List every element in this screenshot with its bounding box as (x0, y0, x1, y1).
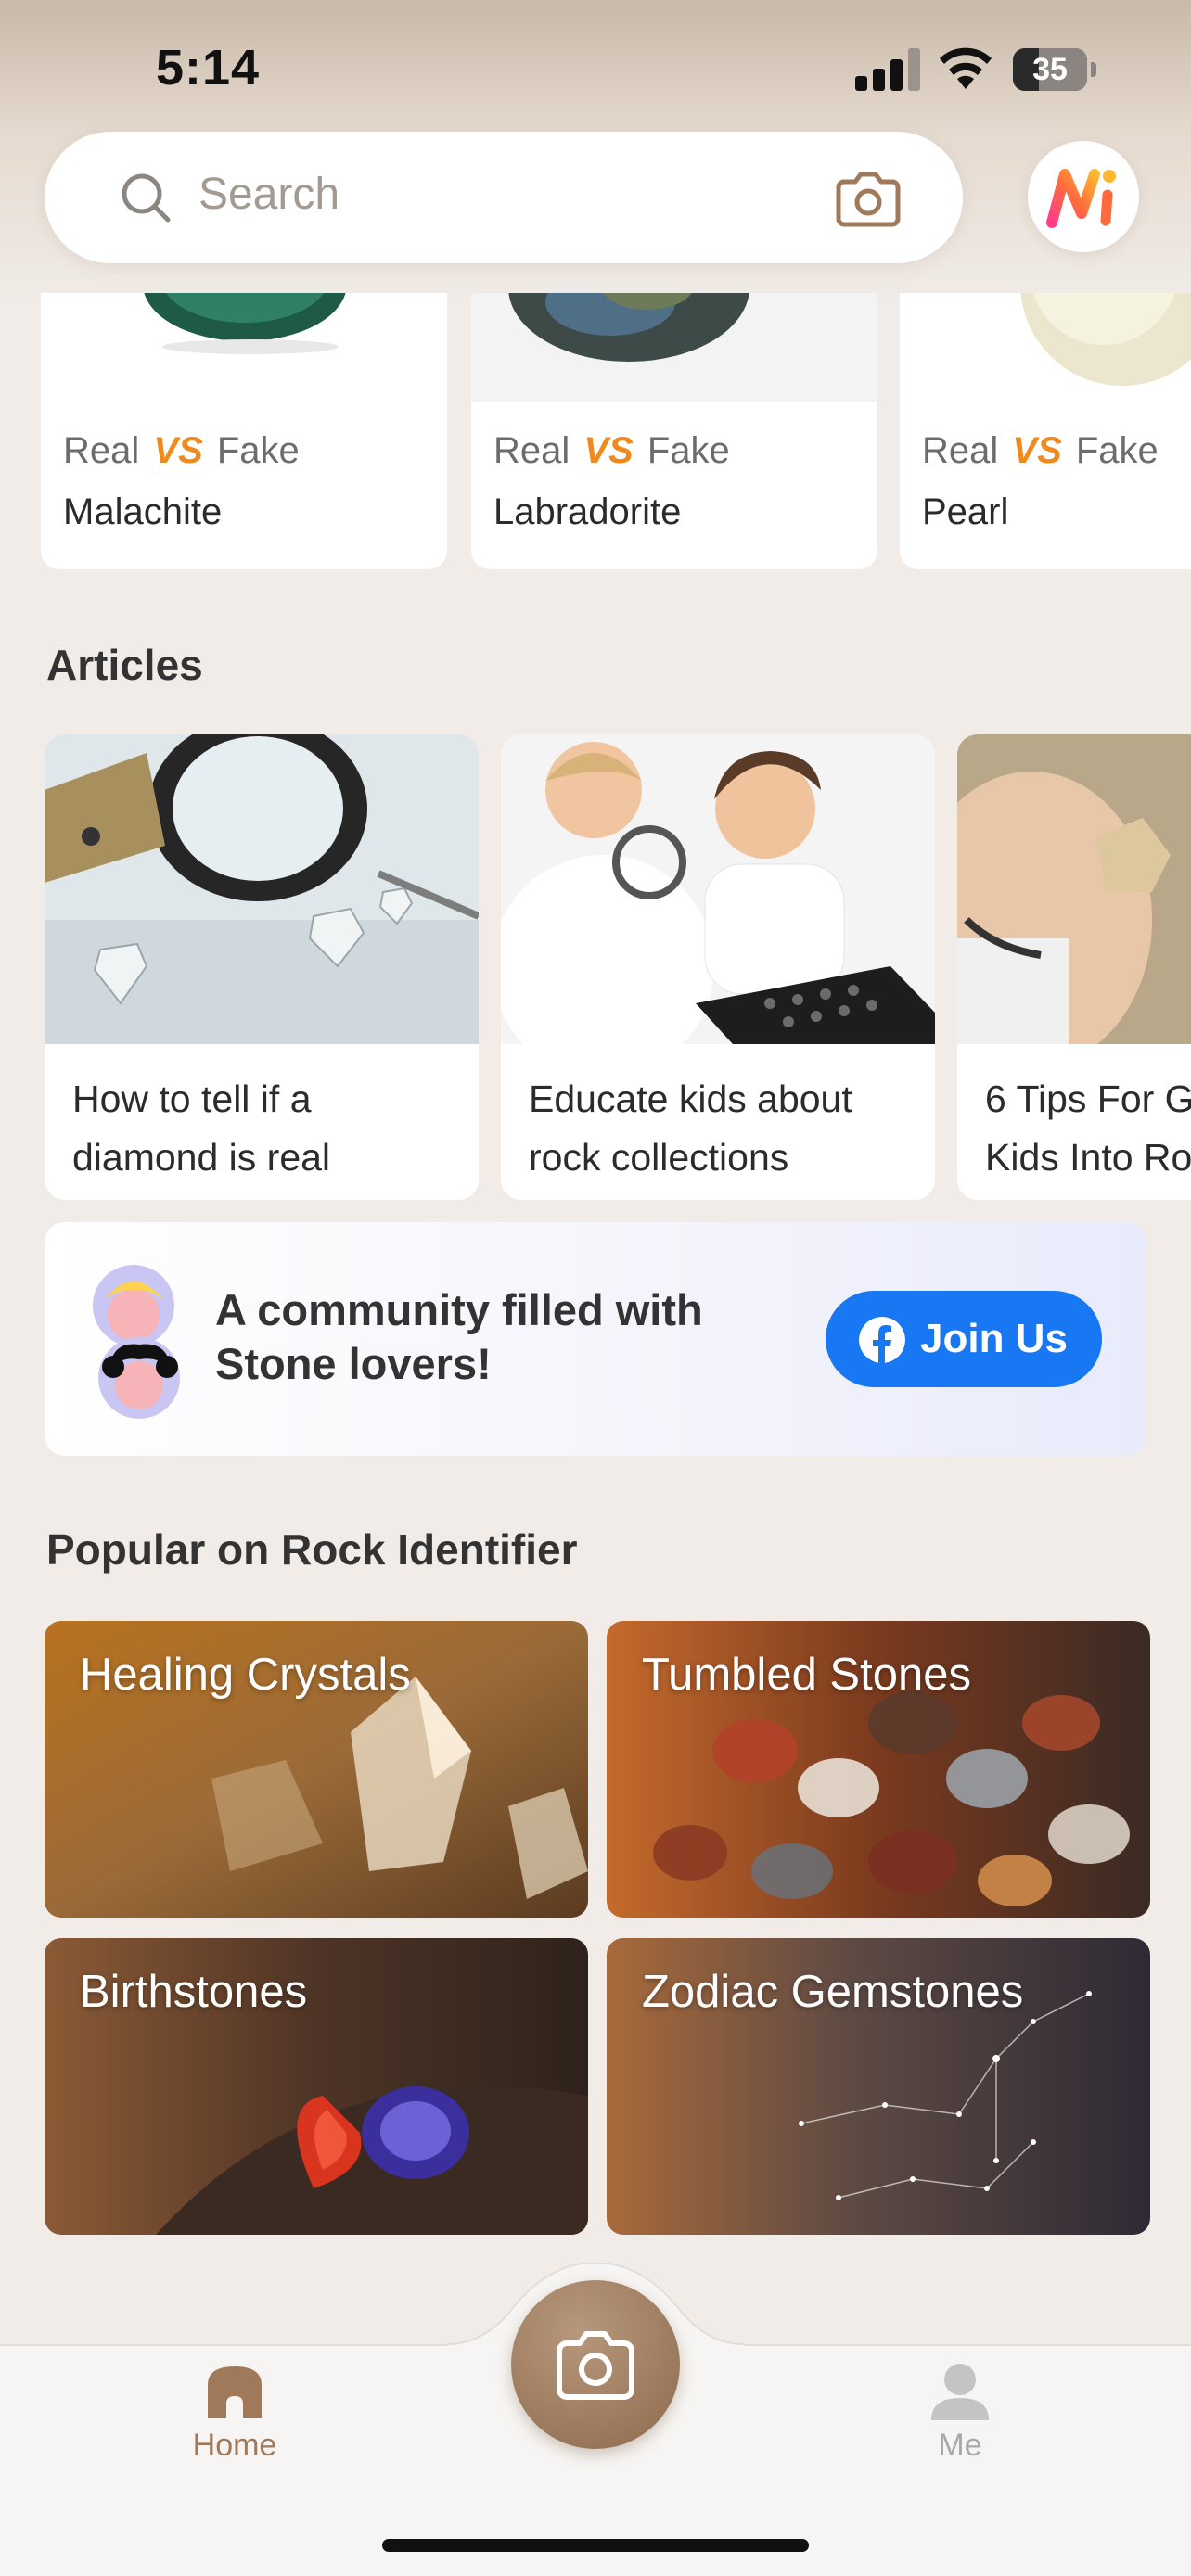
articles-section-title: Articles (46, 641, 203, 689)
join-us-label: Join Us (920, 1316, 1068, 1361)
real-vs-fake-card[interactable]: Real VS Fake Pearl (900, 293, 1191, 569)
identify-camera-button[interactable] (511, 2280, 680, 2449)
real-vs-fake-card[interactable]: Real VS Fake Labradorite (471, 293, 877, 569)
facebook-icon (859, 1317, 905, 1363)
home-indicator (382, 2539, 809, 2552)
real-vs-fake-label: Real VS Fake (493, 430, 730, 471)
stone-name: Pearl (922, 491, 1009, 532)
home-icon (208, 2366, 262, 2418)
join-us-button[interactable]: Join Us (826, 1291, 1102, 1387)
diamond-loupe-image (45, 734, 479, 1044)
article-title: How to tell if a diamond is real (72, 1078, 331, 1179)
tile-label: Tumbled Stones (642, 1650, 971, 1700)
articles-carousel[interactable]: How to tell if a diamond is real Educate… (0, 734, 1191, 1200)
battery-level: 35 (1032, 52, 1068, 87)
article-card[interactable]: 6 Tips For G Kids Into Ro (957, 734, 1191, 1200)
ai-assistant-button[interactable] (1028, 141, 1139, 252)
real-vs-fake-card[interactable]: Real VS Fake Malachite (41, 293, 447, 569)
tab-me-label: Me (938, 2428, 982, 2463)
tile-label: Healing Crystals (80, 1650, 411, 1700)
article-card[interactable]: Educate kids about rock collections (501, 734, 935, 1200)
wifi-icon (940, 47, 992, 89)
cellular-signal-icon (855, 48, 920, 91)
article-title: 6 Tips For G Kids Into Ro (985, 1078, 1191, 1179)
camera-search-icon[interactable] (835, 167, 902, 228)
status-time: 5:14 (156, 40, 261, 96)
tab-home-label: Home (192, 2428, 277, 2463)
battery-icon: 35 (1013, 48, 1096, 91)
stone-name: Malachite (63, 491, 223, 532)
article-title: Educate kids about rock collections (529, 1078, 852, 1179)
search-input[interactable]: Search (198, 169, 339, 220)
community-text: A community filled with Stone lovers! (215, 1285, 703, 1388)
tile-label: Zodiac Gemstones (642, 1967, 1024, 2017)
birthstones-tile[interactable]: Birthstones (45, 1938, 588, 2235)
kids-rock-collection-image (501, 734, 935, 1044)
status-bar: 5:14 35 (0, 0, 1191, 139)
search-bar[interactable]: Search (45, 132, 963, 263)
malachite-image (41, 293, 447, 402)
camera-icon (557, 2331, 634, 2400)
article-card[interactable]: How to tell if a diamond is real (45, 734, 479, 1200)
real-vs-fake-label: Real VS Fake (922, 430, 1159, 471)
pearl-image (900, 293, 1191, 402)
tumbled-stones-tile[interactable]: Tumbled Stones (607, 1621, 1150, 1918)
tab-home[interactable]: Home (158, 2363, 312, 2474)
search-icon (122, 173, 171, 223)
profile-icon (931, 2364, 989, 2420)
labradorite-image (471, 293, 877, 402)
real-vs-fake-carousel[interactable]: Real VS Fake Malachite Real VS Fake Labr… (0, 293, 1191, 571)
popular-section-title: Popular on Rock Identifier (46, 1525, 578, 1574)
community-avatars (91, 1263, 184, 1421)
hand-holding-rock-image (957, 734, 1191, 1044)
zodiac-gemstones-tile[interactable]: Zodiac Gemstones (607, 1938, 1150, 2235)
tab-me[interactable]: Me (883, 2363, 1037, 2474)
real-vs-fake-label: Real VS Fake (63, 430, 300, 471)
tile-label: Birthstones (80, 1967, 308, 2017)
community-banner[interactable]: A community filled with Stone lovers! Jo… (45, 1222, 1146, 1456)
stone-name: Labradorite (493, 491, 682, 532)
healing-crystals-tile[interactable]: Healing Crystals (45, 1621, 588, 1918)
ai-logo-icon (1046, 169, 1116, 228)
